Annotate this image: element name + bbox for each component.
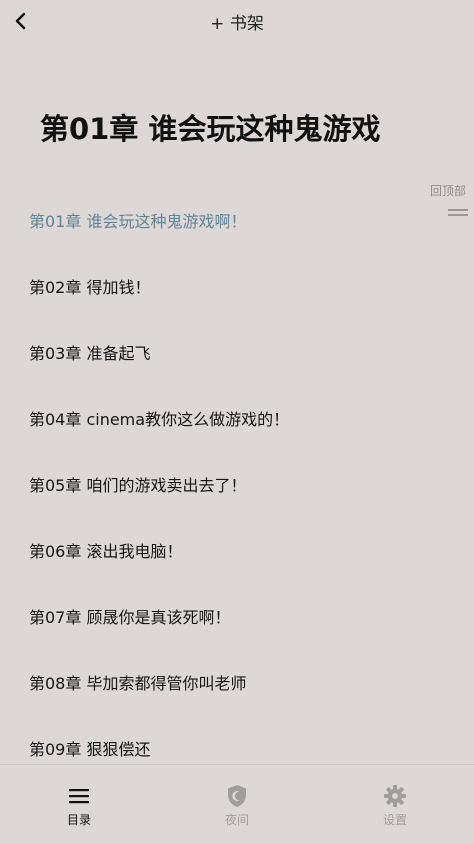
toc-item[interactable]: 第09章 狠狠偿还 (29, 736, 150, 760)
toc-item[interactable]: 第07章 顾晟你是真该死啊！ (29, 604, 230, 628)
nav-catalog[interactable]: 目录 (39, 783, 119, 828)
chapter-title: 第01章 谁会玩这种鬼游戏啊！ (40, 112, 381, 146)
toc-item[interactable]: 第02章 得加钱！ (29, 274, 150, 298)
toc-item[interactable]: 第08章 毕加索都得管你叫老师 (29, 670, 246, 694)
menu-icon (69, 789, 89, 804)
table-of-contents: 第01章 谁会玩这种鬼游戏啊！ 第02章 得加钱！ 第03章 准备起飞 第04章… (0, 184, 474, 764)
nav-night-label: 夜间 (224, 813, 249, 827)
drag-handle-icon[interactable] (448, 209, 468, 221)
bottom-nav: 目录 夜间 设置 (0, 765, 474, 844)
top-bar: + 书架 (0, 0, 474, 42)
night-shield-icon (228, 785, 246, 807)
add-to-shelf-button[interactable]: + 书架 (0, 9, 474, 34)
nav-settings[interactable]: 设置 (355, 783, 435, 828)
toc-item-current[interactable]: 第01章 谁会玩这种鬼游戏啊！ (29, 208, 246, 232)
nav-catalog-label: 目录 (66, 813, 91, 827)
toc-item[interactable]: 第04章 cinema教你这么做游戏的！ (29, 406, 289, 430)
gear-icon (384, 785, 406, 807)
toc-item[interactable]: 第06章 滚出我电脑！ (29, 538, 182, 562)
toc-item[interactable]: 第05章 咱们的游戏卖出去了！ (29, 472, 246, 496)
toc-item[interactable]: 第03章 准备起飞 (29, 340, 150, 364)
nav-night-mode[interactable]: 夜间 (197, 783, 277, 828)
back-to-top-button[interactable]: 回顶部 (430, 182, 466, 199)
nav-settings-label: 设置 (382, 813, 407, 827)
